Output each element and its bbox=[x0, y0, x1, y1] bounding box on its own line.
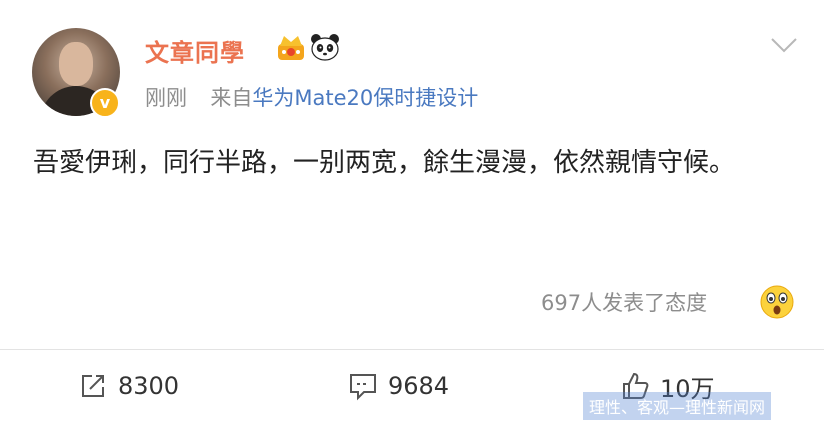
comment-icon bbox=[350, 374, 376, 401]
chevron-down-icon[interactable] bbox=[770, 36, 798, 54]
verified-badge-icon: v bbox=[90, 88, 120, 118]
repost-count: 8300 bbox=[118, 372, 180, 400]
panda-icon bbox=[311, 34, 339, 61]
source-link[interactable]: 华为Mate20保时捷设计 bbox=[252, 86, 478, 110]
repost-icon bbox=[82, 375, 104, 397]
username[interactable]: 文章同學 bbox=[145, 33, 245, 68]
comment-count: 9684 bbox=[388, 372, 450, 400]
post-text: 吾愛伊琍，同行半路，一别两宽，餘生漫漫，依然親情守候。 bbox=[33, 148, 736, 178]
post-meta: 刚刚 来自华为Mate20保时捷设计 bbox=[145, 82, 478, 112]
post-time: 刚刚 bbox=[145, 86, 187, 110]
divider bbox=[0, 349, 824, 350]
source-prefix: 来自 bbox=[210, 86, 253, 110]
avatar-face bbox=[59, 42, 93, 86]
crown-icon bbox=[278, 36, 304, 60]
reaction-summary[interactable]: 697人发表了态度 bbox=[541, 287, 707, 317]
comment-button[interactable]: 9684 bbox=[348, 370, 449, 402]
watermark: 理性、客观—理性新闻网 bbox=[583, 392, 772, 420]
surprised-emoji-icon[interactable] bbox=[760, 285, 794, 319]
repost-button[interactable]: 8300 bbox=[78, 370, 179, 402]
